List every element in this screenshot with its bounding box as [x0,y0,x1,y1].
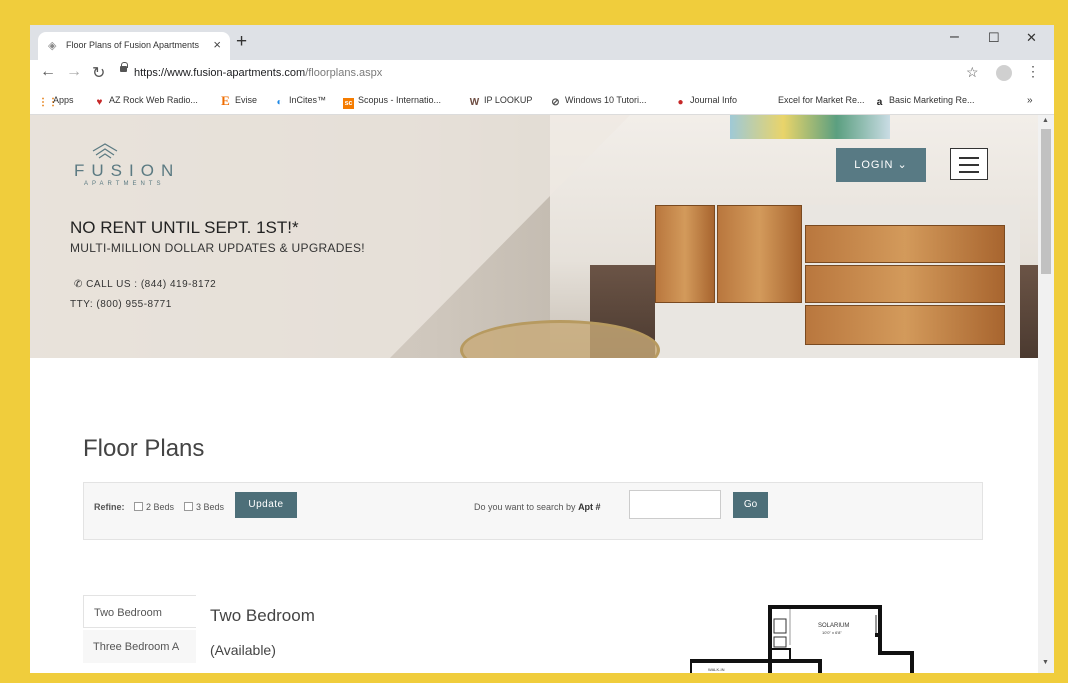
back-arrow-icon[interactable]: ← [40,63,56,81]
bookmark-basic-marketing[interactable]: a Basic Marketing Re... [874,95,975,108]
hero-banner: FUSION APARTMENTS NO RENT UNTIL SEPT. 1S… [30,115,1038,358]
logo-subtitle: APARTMENTS [84,181,165,187]
forward-arrow-icon[interactable]: → [66,63,82,81]
page-content: FUSION APARTMENTS NO RENT UNTIL SEPT. 1S… [30,115,1054,673]
hamburger-menu-icon[interactable] [950,148,988,180]
hero-painting [730,115,890,139]
logo-text[interactable]: FUSION [74,161,180,181]
minimize-button[interactable]: – [950,28,959,46]
bookmark-windows-10[interactable]: ⊘ Windows 10 Tutori... [550,95,646,108]
site-favicon-icon: ◈ [48,40,57,52]
three-beds-checkbox[interactable] [184,502,193,511]
bookmark-scopus[interactable]: sc Scopus - Internatio... [343,95,441,109]
profile-avatar-icon[interactable] [996,65,1012,81]
journal-icon: ● [677,97,684,108]
call-us-link[interactable]: ✆ CALL US : (844) 419-8172 [74,279,216,290]
refine-label: Refine: [94,502,125,512]
two-beds-label[interactable]: 2 Beds [146,502,174,512]
windows-icon: ⊘ [551,97,560,108]
scroll-down-icon[interactable]: ▼ [1042,659,1049,666]
close-window-button[interactable]: ✕ [1026,30,1037,46]
browser-toolbar: ← → ↻ https://www.fusion-apartments.com/… [30,60,1054,88]
tab-close-icon[interactable]: × [213,37,221,52]
floorplan-image[interactable]: SOLARIUM 10'0" x 6'8" WALK-IN [690,605,920,673]
bookmark-star-icon[interactable]: ☆ [966,64,979,81]
hero-subheadline: MULTI-MILLION DOLLAR UPDATES & UPGRADES! [70,241,365,255]
scopus-icon: sc [343,98,354,109]
apt-number-input[interactable] [629,490,721,519]
browser-window: ◈ Floor Plans of Fusion Apartments × + –… [30,25,1054,673]
tty-number: TTY: (800) 955-8771 [70,299,172,310]
plan-status: (Available) [210,642,276,658]
incites-icon: ◐ [276,97,283,108]
address-bar[interactable]: https://www.fusion-apartments.com/floorp… [120,62,1020,85]
maximize-button[interactable]: ☐ [988,30,1000,46]
page-title: Floor Plans [83,435,205,462]
bookmark-apps[interactable]: ⋮⋮Apps [38,95,74,108]
bookmark-incites[interactable]: ◐ InCites™ [274,95,326,108]
reload-icon[interactable]: ↻ [92,63,105,83]
update-button[interactable]: Update [235,492,297,518]
tab-title: Floor Plans of Fusion Apartments [66,40,200,50]
url-text[interactable]: https://www.fusion-apartments.com/floorp… [134,67,382,79]
evise-icon: E [221,93,230,108]
phone-icon: ✆ [74,279,87,290]
room-label: WALK-IN [708,667,725,672]
bookmark-excel-market[interactable]: Excel for Market Re... [778,95,865,105]
scrollbar-thumb[interactable] [1041,129,1051,274]
tab-strip: ◈ Floor Plans of Fusion Apartments × + –… [30,25,1054,60]
browser-tab[interactable]: ◈ Floor Plans of Fusion Apartments × [38,32,230,60]
hero-dresser [655,205,1020,358]
chrome-menu-icon[interactable]: ⋮ [1026,63,1040,80]
three-beds-label[interactable]: 3 Beds [196,502,224,512]
hero-headline: NO RENT UNTIL SEPT. 1ST!* [70,218,299,237]
scroll-up-icon[interactable]: ▲ [1042,117,1049,124]
go-button[interactable]: Go [733,492,768,518]
amazon-icon: a [876,97,883,108]
two-beds-checkbox[interactable] [134,502,143,511]
tab-two-bedroom[interactable]: Two Bedroom [83,595,196,628]
plan-heading: Two Bedroom [210,606,315,625]
bookmark-ip-lookup[interactable]: W IP LOOKUP [469,95,533,108]
login-button[interactable]: LOGIN ⌄ [836,148,926,182]
new-tab-icon[interactable]: + [236,31,247,53]
tab-three-bedroom-a[interactable]: Three Bedroom A [83,630,196,663]
radio-icon: ♥ [96,97,103,108]
solarium-label: SOLARIUM [818,623,849,629]
refine-panel: Refine: 2 Beds 3 Beds Update Do you want… [83,482,983,540]
ip-lookup-icon: W [469,97,480,108]
bookmark-journal-info[interactable]: ● Journal Info [675,95,737,108]
page-scrollbar[interactable]: ▲ ▼ [1038,115,1054,673]
bookmark-evise[interactable]: E Evise [220,93,257,108]
solarium-dims-label: 10'0" x 6'8" [822,630,842,635]
fusion-logo-icon[interactable] [92,143,118,159]
bookmarks-overflow-icon[interactable]: » [1027,95,1033,106]
apps-grid-icon: ⋮⋮ [38,97,58,108]
bookmarks-bar: ⋮⋮Apps ♥ AZ Rock Web Radio... E Evise ◐ InC… [30,88,1054,115]
lock-icon[interactable] [120,62,128,72]
bookmark-az-rock[interactable]: ♥ AZ Rock Web Radio... [94,95,198,108]
apt-search-label: Do you want to search by Apt # [474,502,601,512]
